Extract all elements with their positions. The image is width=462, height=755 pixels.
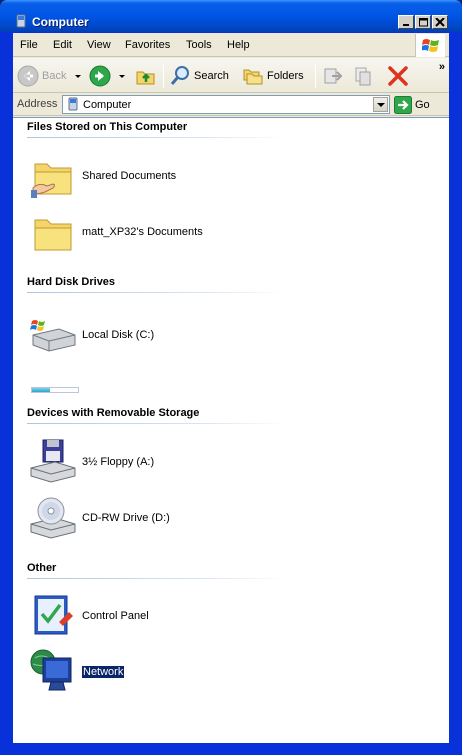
group-divider [27, 423, 287, 424]
window-client: File Edit View Favorites Tools Help Back… [13, 33, 449, 743]
list-item-local-disk[interactable]: Local Disk (C:) [27, 313, 277, 361]
up-folder-button[interactable] [135, 63, 157, 89]
copy-to-button[interactable] [353, 63, 375, 89]
hard-disk-icon [30, 320, 76, 352]
standard-toolbar: Back Search Folders » [13, 58, 449, 93]
move-to-icon [324, 68, 343, 84]
floppy-drive-icon [30, 439, 76, 483]
forward-button[interactable] [89, 63, 111, 89]
group-divider [27, 578, 287, 579]
windows-logo [415, 34, 445, 57]
toolbar-separator [315, 64, 316, 88]
shared-folder-icon [31, 163, 72, 198]
address-dropdown-button[interactable] [373, 97, 388, 112]
search-label: Search [194, 70, 229, 82]
menu-file[interactable]: File [20, 39, 38, 51]
menu-view[interactable]: View [87, 39, 111, 51]
maximize-icon [419, 18, 428, 27]
explorer-window: Computer File Edit View Favorites Tools … [0, 0, 462, 755]
copy-to-icon [355, 67, 371, 86]
group-divider [27, 137, 287, 138]
back-arrow-icon [17, 65, 39, 87]
group-header-files: Files Stored on This Computer [27, 121, 188, 133]
folders-button[interactable]: Folders [242, 63, 304, 89]
computer-icon [16, 14, 26, 28]
computer-icon [68, 97, 78, 111]
close-button[interactable] [432, 15, 448, 29]
cd-drive-icon [30, 497, 76, 539]
disk-usage-fill [32, 388, 51, 392]
item-label: 3½ Floppy (A:) [82, 456, 155, 468]
window-title: Computer [32, 15, 89, 29]
menu-edit[interactable]: Edit [53, 39, 72, 51]
address-value: Computer [83, 99, 132, 111]
folder-view[interactable]: Files Stored on This Computer Shared Doc… [13, 117, 449, 743]
maximize-button[interactable] [415, 15, 431, 29]
address-input[interactable]: Computer [62, 95, 390, 114]
delete-button[interactable] [387, 63, 409, 89]
list-item-shared-documents[interactable]: Shared Documents [27, 154, 277, 202]
folders-icon [243, 69, 263, 85]
menu-tools[interactable]: Tools [186, 39, 212, 51]
group-header-other: Other [27, 562, 57, 574]
minimize-button[interactable] [398, 15, 414, 29]
search-icon [170, 66, 189, 85]
list-item-cd-drive[interactable]: CD-RW Drive (D:) [27, 494, 277, 542]
back-label: Back [42, 70, 67, 82]
close-icon [435, 18, 445, 27]
go-label: Go [415, 99, 430, 111]
window-controls [398, 15, 448, 29]
menu-help[interactable]: Help [227, 39, 250, 51]
folders-label: Folders [267, 70, 304, 82]
minimize-icon [403, 24, 409, 26]
network-icon [30, 649, 72, 691]
item-label: Control Panel [82, 610, 149, 622]
delete-icon [388, 66, 408, 86]
item-label: Network [80, 665, 126, 679]
item-label: CD-RW Drive (D:) [82, 512, 170, 524]
disk-usage-bar [31, 387, 79, 393]
group-header-removable: Devices with Removable Storage [27, 407, 200, 419]
address-bar: Address Computer Go [13, 94, 449, 116]
go-arrow-icon [394, 96, 412, 114]
list-item-network[interactable]: Network [27, 648, 277, 696]
folder-up-icon [136, 71, 155, 85]
list-item-control-panel[interactable]: Control Panel [27, 592, 277, 640]
back-dropdown-icon[interactable] [75, 75, 81, 78]
address-label: Address [17, 98, 58, 110]
forward-dropdown-icon[interactable] [119, 75, 125, 78]
list-item-my-documents[interactable]: matt_XP32's Documents [27, 210, 277, 258]
toolbar-separator [163, 64, 164, 88]
title-bar[interactable]: Computer [0, 0, 462, 32]
forward-arrow-icon [89, 65, 111, 87]
go-button[interactable]: Go [394, 95, 430, 115]
group-header-hard-disks: Hard Disk Drives [27, 276, 116, 288]
back-button[interactable]: Back [17, 63, 66, 89]
search-button[interactable]: Search [169, 63, 229, 89]
windows-flag-icon [422, 39, 439, 52]
move-to-button[interactable] [322, 63, 344, 89]
folder-icon [34, 219, 72, 251]
item-label: Local Disk (C:) [82, 329, 155, 341]
item-label: matt_XP32's Documents [82, 226, 203, 238]
item-label: Shared Documents [82, 170, 177, 182]
group-divider [27, 292, 287, 293]
menu-bar: File Edit View Favorites Tools Help [13, 33, 449, 57]
toolbar-overflow-chevron[interactable]: » [439, 61, 445, 73]
menu-favorites[interactable]: Favorites [125, 39, 170, 51]
control-panel-icon [34, 595, 73, 635]
list-item-floppy[interactable]: 3½ Floppy (A:) [27, 438, 277, 486]
